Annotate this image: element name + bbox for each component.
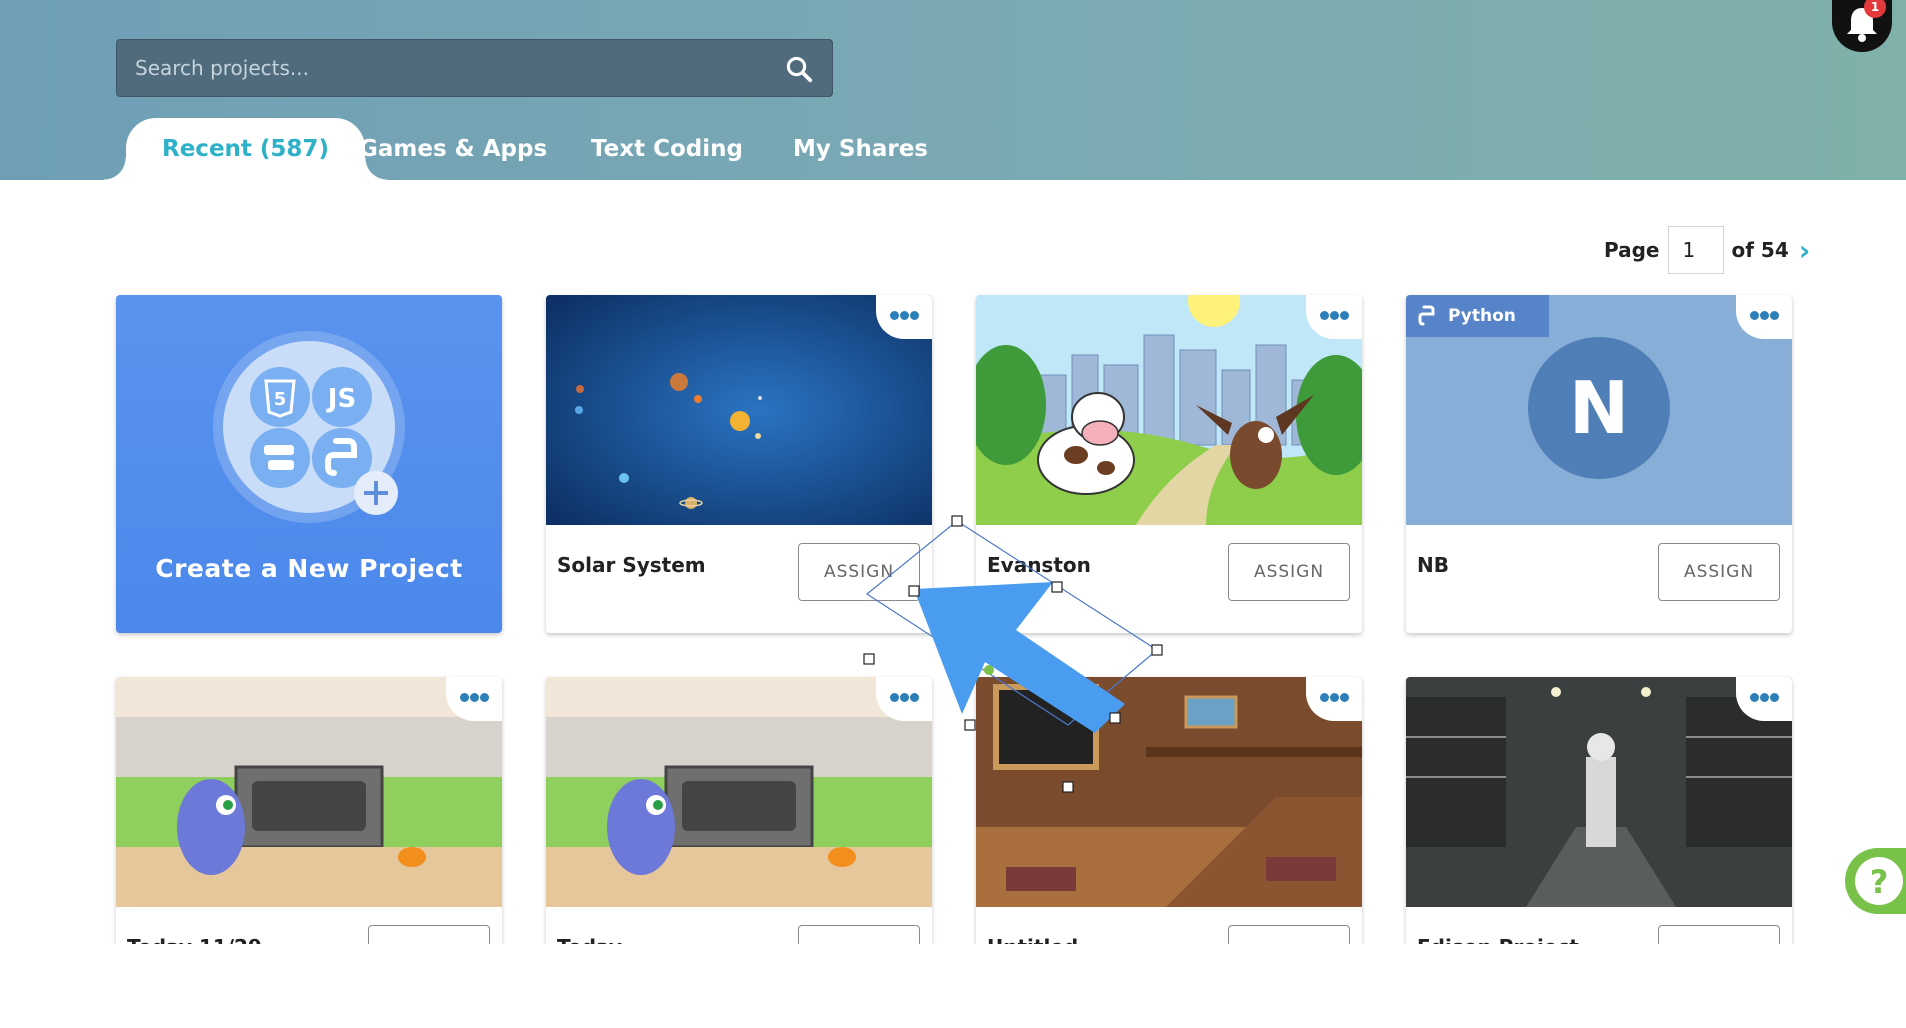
- project-title[interactable]: Solar System: [557, 553, 706, 577]
- create-new-project-card[interactable]: 5 JS Create a New Project: [116, 295, 502, 633]
- selection-handle: [1151, 644, 1163, 656]
- next-page-chevron-icon[interactable]: ›: [1799, 234, 1811, 267]
- project-thumbnail-kitchen: [546, 677, 932, 907]
- project-card-solar-system[interactable]: Solar System ASSIGN: [546, 295, 932, 633]
- html5-icon: 5: [250, 367, 310, 427]
- project-title[interactable]: NB: [1417, 553, 1449, 577]
- tab-recent[interactable]: Recent (587): [104, 118, 387, 180]
- help-button[interactable]: ?: [1845, 848, 1906, 914]
- project-card-today[interactable]: Today: [546, 677, 932, 977]
- js-icon: JS: [312, 367, 372, 427]
- python-icon: [1418, 305, 1435, 326]
- search-input[interactable]: [135, 40, 775, 96]
- project-thumbnail-kitchen: [116, 677, 502, 907]
- project-title[interactable]: Evanston: [987, 553, 1091, 577]
- assign-button[interactable]: ASSIGN: [1658, 543, 1780, 601]
- python-badge-label: Python: [1448, 306, 1516, 326]
- project-thumbnail-edison-lab: [1406, 677, 1792, 907]
- svg-text:5: 5: [274, 389, 287, 410]
- pagination: Page of 54 ›: [1604, 226, 1810, 274]
- selection-handle: [951, 515, 963, 527]
- tab-text-coding[interactable]: Text Coding: [591, 118, 743, 180]
- project-card-today-11-29[interactable]: Today 11/29: [116, 677, 502, 977]
- svg-text:JS: JS: [326, 384, 356, 414]
- python-badge: Python: [1406, 295, 1549, 337]
- page-total: of 54: [1731, 238, 1789, 262]
- selection-handle: [863, 653, 875, 665]
- project-thumbnail-evanston: [976, 295, 1362, 525]
- page-header: Recent (587) Games & Apps Text Coding My…: [0, 0, 1906, 180]
- search-bar[interactable]: [116, 39, 833, 97]
- project-card-untitled[interactable]: Untitled: [976, 677, 1362, 977]
- question-mark-icon: ?: [1855, 857, 1903, 905]
- selection-handle: [964, 719, 976, 731]
- more-options-button[interactable]: [1736, 295, 1792, 339]
- project-card-nb[interactable]: Python N NB ASSIGN: [1406, 295, 1792, 633]
- assign-button[interactable]: ASSIGN: [1228, 543, 1350, 601]
- project-thumbnail-haunted-house: [976, 677, 1362, 907]
- project-thumbnail-solar-system: [546, 295, 932, 525]
- assign-button[interactable]: ASSIGN: [798, 543, 920, 601]
- project-card-edison-project[interactable]: Edison Project: [1406, 677, 1792, 977]
- search-icon[interactable]: [784, 54, 814, 84]
- page-bottom-area: [0, 944, 1906, 1028]
- svg-text:?: ?: [1870, 863, 1889, 901]
- page-number-input[interactable]: [1667, 226, 1724, 274]
- avatar: N: [1528, 337, 1670, 479]
- rotation-handle: [984, 665, 994, 675]
- project-thumbnail-nb: Python N: [1406, 295, 1792, 525]
- tab-games-apps[interactable]: Games & Apps: [359, 118, 547, 180]
- create-new-project-label: Create a New Project: [155, 554, 463, 583]
- project-card-evanston[interactable]: Evanston ASSIGN: [976, 295, 1362, 633]
- tab-my-shares[interactable]: My Shares: [793, 118, 928, 180]
- plus-icon: [354, 471, 398, 515]
- page-label: Page: [1604, 238, 1660, 262]
- blocks-icon: [250, 428, 310, 488]
